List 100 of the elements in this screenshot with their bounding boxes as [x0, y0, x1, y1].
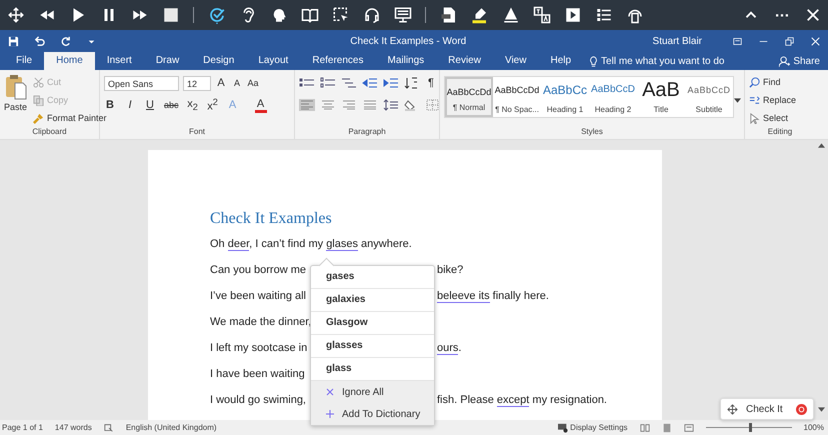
- person-add-icon: [779, 56, 790, 66]
- headset-icon[interactable]: [362, 6, 380, 24]
- style-name: ¶ Normal: [452, 103, 486, 112]
- suggestion-item[interactable]: Glasgow: [311, 312, 434, 335]
- increase-indent-icon[interactable]: [383, 77, 399, 89]
- subscript-button[interactable]: x$_{2}$: [186, 98, 199, 112]
- user-name[interactable]: Stuart Blair: [652, 36, 702, 46]
- menu-action[interactable]: Add To Dictionary: [311, 403, 434, 425]
- check-circle-icon[interactable]: [208, 6, 226, 24]
- play-box-icon[interactable]: [564, 6, 582, 24]
- ribbon-tab[interactable]: Layout: [246, 52, 300, 70]
- ribbon-tab[interactable]: References: [300, 52, 376, 70]
- page-count[interactable]: Page 1 of 1: [2, 423, 43, 432]
- style-tile[interactable]: AaB Title: [637, 77, 685, 117]
- grow-font-button[interactable]: A: [215, 77, 227, 89]
- document-text: I left my sootcase in: [210, 342, 308, 354]
- document-text: I have been waiting: [210, 368, 305, 380]
- align-right-icon[interactable]: [341, 99, 357, 111]
- borders-icon[interactable]: [425, 99, 441, 111]
- find-button[interactable]: Find: [763, 77, 781, 87]
- ribbon-tab[interactable]: Review: [436, 52, 493, 70]
- suggestion-item[interactable]: gases: [311, 266, 434, 289]
- move-icon[interactable]: [727, 404, 738, 414]
- save-icon[interactable]: [8, 36, 18, 46]
- scroll-down-icon[interactable]: [818, 407, 825, 412]
- stop-icon[interactable]: [162, 6, 180, 24]
- tell-me-field[interactable]: Tell me what you want to do: [601, 56, 724, 66]
- replace-icon: [749, 94, 760, 106]
- word-count[interactable]: 147 words: [54, 423, 92, 432]
- menu-action[interactable]: Ignore All: [311, 381, 434, 403]
- replace-button[interactable]: Replace: [763, 95, 796, 105]
- font-name-field[interactable]: Open Sans: [104, 76, 179, 90]
- justify-icon[interactable]: [362, 99, 378, 111]
- underline-button[interactable]: U: [144, 99, 156, 111]
- list-icon[interactable]: [594, 6, 612, 24]
- share-button[interactable]: Share: [793, 56, 820, 66]
- font-color-button[interactable]: A: [254, 98, 267, 112]
- bold-button[interactable]: B: [104, 99, 116, 111]
- style-tile[interactable]: AaBbCcDd ¶ No Spac...: [493, 77, 541, 117]
- web-layout-icon[interactable]: [684, 422, 694, 432]
- style-tile[interactable]: AaBbCcD Subtitle: [685, 77, 733, 117]
- document-icon[interactable]: [440, 6, 458, 24]
- ribbon-tab[interactable]: View: [492, 52, 538, 70]
- restore-icon[interactable]: [784, 36, 794, 46]
- style-tile[interactable]: AaBbCc Heading 1: [541, 77, 589, 117]
- style-tile[interactable]: AaBbCcDd ¶ Normal: [445, 77, 493, 117]
- select-button[interactable]: Select: [763, 113, 788, 123]
- document-text: fish. Please except my resignation.: [437, 394, 607, 406]
- scroll-up-icon[interactable]: [818, 143, 825, 148]
- shrink-font-button[interactable]: A: [231, 78, 243, 88]
- change-case-button[interactable]: Aa: [247, 78, 259, 88]
- font-size-field[interactable]: 12: [183, 76, 211, 90]
- ribbon-display-icon[interactable]: [732, 36, 742, 46]
- zoom-percent[interactable]: 100%: [804, 423, 824, 432]
- ribbon-tab[interactable]: File: [4, 52, 44, 70]
- multilevel-list-icon[interactable]: [341, 77, 357, 89]
- translate-icon[interactable]: [532, 6, 550, 24]
- book-icon[interactable]: [300, 6, 318, 24]
- close-icon[interactable]: [810, 36, 820, 46]
- ribbon-tab[interactable]: Design: [191, 52, 246, 70]
- highlighter-icon[interactable]: [470, 6, 488, 24]
- sort-icon[interactable]: [404, 77, 420, 89]
- style-tile[interactable]: AaBbCcD Heading 2: [589, 77, 637, 117]
- redo-icon[interactable]: [60, 36, 70, 46]
- ribbon-tab[interactable]: Draw: [144, 52, 192, 70]
- style-preview: AaBbCcD: [687, 84, 730, 97]
- display-settings-icon[interactable]: [558, 422, 568, 432]
- proofing-icon[interactable]: [104, 422, 114, 432]
- italic-button[interactable]: I: [124, 99, 136, 111]
- cross-icon: [326, 388, 334, 396]
- undo-icon[interactable]: [34, 36, 44, 46]
- align-center-icon[interactable]: [320, 99, 336, 111]
- ribbon-tab[interactable]: Help: [538, 52, 584, 70]
- suggestion-item[interactable]: glasses: [311, 335, 434, 358]
- line-spacing-icon[interactable]: [383, 99, 399, 111]
- bullets-icon[interactable]: [299, 77, 315, 89]
- language-status[interactable]: English (United Kingdom): [126, 423, 217, 432]
- ribbon-tab[interactable]: Home: [44, 52, 95, 70]
- selection-icon[interactable]: [332, 6, 350, 24]
- style-name: Heading 2: [594, 105, 632, 114]
- superscript-button[interactable]: x$^{2}$: [206, 97, 219, 113]
- style-preview: AaB: [642, 80, 680, 100]
- ribbon-tab[interactable]: Mailings: [375, 52, 436, 70]
- gallery-more-icon[interactable]: [734, 98, 741, 103]
- format-painter-button[interactable]: Format Painter: [47, 113, 107, 123]
- strikethrough-button[interactable]: abc: [164, 100, 179, 110]
- decrease-indent-icon[interactable]: [362, 77, 378, 89]
- check-it-widget[interactable]: Check It: [720, 398, 814, 420]
- record-icon[interactable]: [796, 404, 807, 414]
- document-text: ours.: [437, 342, 462, 354]
- read-mode-icon[interactable]: [640, 422, 650, 432]
- numbering-icon[interactable]: [320, 77, 336, 89]
- paste-button[interactable]: Paste: [4, 74, 28, 127]
- show-formatting-button[interactable]: ¶: [425, 77, 437, 89]
- ribbon-tab[interactable]: Insert: [94, 52, 144, 70]
- cursor-icon: [749, 112, 760, 124]
- suggestion-item[interactable]: galaxies: [311, 289, 434, 312]
- group-label: Clipboard: [31, 127, 68, 138]
- display-settings-button[interactable]: Display Settings: [570, 423, 628, 432]
- monitor-icon[interactable]: [394, 6, 412, 24]
